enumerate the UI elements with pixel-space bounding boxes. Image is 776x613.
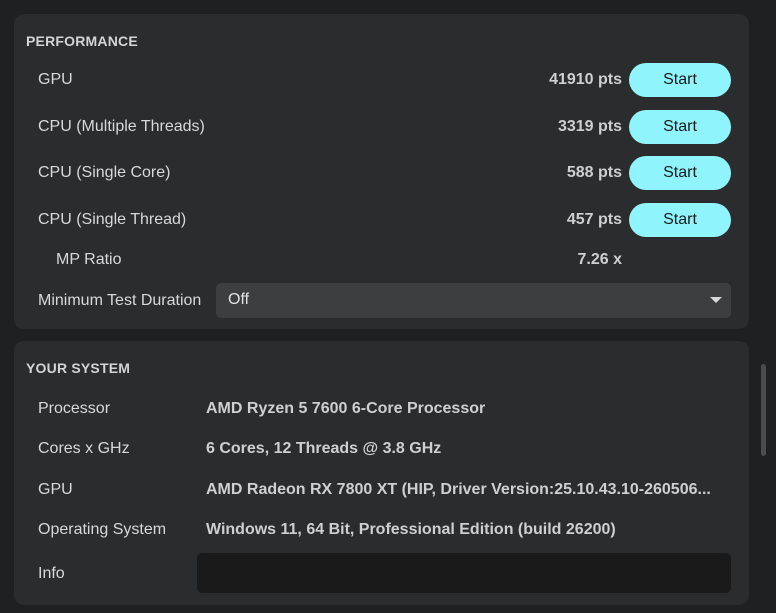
gpu-label: GPU xyxy=(38,71,73,88)
min-duration-value: Off xyxy=(228,291,250,308)
processor-label: Processor xyxy=(38,400,111,417)
performance-title: PERFORMANCE xyxy=(26,33,138,49)
cpu-multi-score: 3319 pts xyxy=(557,118,622,135)
processor-value: AMD Ryzen 5 7600 6-Core Processor xyxy=(206,400,486,417)
performance-panel: PERFORMANCE GPU 41910 pts Start CPU (Mul… xyxy=(14,14,749,329)
info-label: Info xyxy=(38,565,65,582)
system-title: YOUR SYSTEM xyxy=(26,360,131,376)
info-field[interactable] xyxy=(197,553,731,593)
mp-ratio-value: 7.26 x xyxy=(577,251,622,268)
chevron-down-icon xyxy=(710,297,722,303)
cpu-single-thread-label: CPU (Single Thread) xyxy=(38,211,187,228)
cpu-multi-label: CPU (Multiple Threads) xyxy=(38,118,205,135)
gpu-start-button[interactable]: Start xyxy=(629,63,731,97)
system-gpu-value: AMD Radeon RX 7800 XT (HIP, Driver Versi… xyxy=(206,481,711,498)
os-value: Windows 11, 64 Bit, Professional Edition… xyxy=(206,521,616,538)
scrollbar[interactable] xyxy=(761,364,766,456)
cores-label: Cores x GHz xyxy=(38,440,130,457)
os-label: Operating System xyxy=(38,521,167,538)
cpu-single-core-start-button[interactable]: Start xyxy=(629,156,731,190)
gpu-score: 41910 pts xyxy=(549,71,622,88)
system-gpu-label: GPU xyxy=(38,481,73,498)
min-duration-select[interactable]: Off xyxy=(216,283,731,318)
system-panel: YOUR SYSTEM Processor AMD Ryzen 5 7600 6… xyxy=(14,341,749,605)
cpu-single-thread-score: 457 pts xyxy=(566,211,622,228)
cpu-single-thread-start-button[interactable]: Start xyxy=(629,203,731,237)
cpu-multi-start-button[interactable]: Start xyxy=(629,110,731,144)
cpu-single-core-score: 588 pts xyxy=(566,164,622,181)
min-duration-label: Minimum Test Duration xyxy=(38,292,202,309)
cpu-single-core-label: CPU (Single Core) xyxy=(38,164,171,181)
cores-value: 6 Cores, 12 Threads @ 3.8 GHz xyxy=(206,440,442,457)
mp-ratio-label: MP Ratio xyxy=(56,251,122,268)
